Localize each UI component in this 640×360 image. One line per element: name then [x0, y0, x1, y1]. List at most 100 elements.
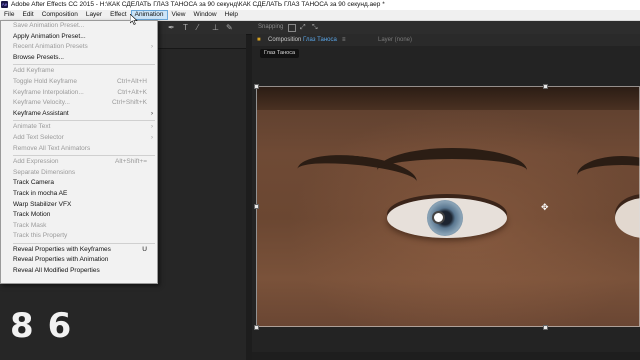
lock-icon[interactable]: ■ — [257, 37, 261, 43]
snap-options-icon[interactable]: ⤢ — [300, 23, 306, 32]
snap-features-icon[interactable]: ⤡ — [312, 23, 318, 32]
menu-item-shortcut: Ctrl+Alt+K — [117, 88, 147, 96]
animation-menu-dropdown: Save Animation Preset... Apply Animation … — [0, 20, 158, 284]
tab-layer[interactable]: Layer (none) — [378, 34, 412, 46]
menu-item-animate-text: Animate Text › — [1, 122, 157, 133]
menu-item-label: Track Camera — [13, 179, 54, 187]
menu-item-track-in-mocha-ae[interactable]: Track in mocha AE — [1, 189, 157, 200]
menu-layer[interactable]: Layer — [82, 10, 106, 20]
left-eye — [387, 198, 507, 238]
menu-item-label: Add Text Selector — [13, 133, 64, 141]
after-effects-icon: Ae — [1, 0, 8, 8]
menu-item-label: Track this Property — [13, 232, 68, 240]
menu-item-keyframe-interpolation: Keyframe Interpolation... Ctrl+Alt+K — [1, 88, 157, 99]
menu-item-label: Track Mask — [13, 221, 47, 229]
menu-item-label: Add Keyframe — [13, 67, 55, 75]
menu-item-label: Save Animation Preset... — [13, 22, 85, 29]
menu-item-label: Keyframe Assistant — [13, 109, 69, 117]
menu-item-browse-presets[interactable]: Browse Presets... — [1, 53, 157, 64]
clone-stamp-tool-icon[interactable]: ⊥ — [212, 23, 219, 32]
menu-item-label: Warp Stabilizer VFX — [13, 200, 72, 208]
menu-item-label: Reveal Properties with Keyframes — [13, 245, 111, 253]
menu-composition[interactable]: Composition — [38, 10, 82, 20]
menu-edit[interactable]: Edit — [18, 10, 37, 20]
forehead-shadow — [257, 86, 640, 110]
menu-item-label: Animate Text — [13, 123, 51, 131]
comp-breadcrumb-tab[interactable]: Глаз Таноса — [260, 49, 300, 58]
menu-item-shortcut: Ctrl+Shift+K — [111, 99, 147, 107]
roto-brush-tool-icon[interactable]: ✎ — [226, 23, 233, 32]
menu-item-label: Keyframe Velocity... — [13, 99, 70, 107]
menu-item-add-text-selector: Add Text Selector › — [1, 133, 157, 144]
composition-tab-prefix: Composition — [268, 37, 302, 43]
menu-item-label: Apply Animation Preset... — [13, 32, 86, 40]
layer-handle-ml[interactable] — [254, 204, 259, 209]
video-counter-overlay: 86 — [10, 306, 86, 346]
menu-item-label: Reveal Properties with Animation — [13, 256, 109, 264]
menu-item-track-camera[interactable]: Track Camera — [1, 178, 157, 189]
menu-item-keyframe-velocity: Keyframe Velocity... Ctrl+Shift+K — [1, 98, 157, 109]
menu-item-label: Remove All Text Animators — [13, 144, 91, 152]
menu-item-reveal-properties-with-keyframes[interactable]: Reveal Properties with Keyframes U — [1, 245, 157, 256]
menu-item-keyframe-assistant[interactable]: Keyframe Assistant › — [1, 109, 157, 120]
panel-menu-icon[interactable]: ≡ — [342, 34, 346, 46]
composition-panel-tabs: ■ Composition Глаз Таноса ≡ Layer (none) — [252, 34, 640, 46]
menu-item-label: Toggle Hold Keyframe — [13, 77, 77, 85]
menu-item-reveal-all-modified-properties[interactable]: Reveal All Modified Properties — [1, 266, 157, 277]
menu-window[interactable]: Window — [190, 10, 221, 20]
snapping-checkbox[interactable] — [288, 24, 296, 32]
menu-item-separate-dimensions: Separate Dimensions — [1, 168, 157, 179]
menu-item-track-motion[interactable]: Track Motion — [1, 210, 157, 221]
menu-item-label: Reveal All Modified Properties — [13, 267, 100, 275]
menu-item-reveal-properties-with-animation[interactable]: Reveal Properties with Animation — [1, 255, 157, 266]
menu-item-label: Track Motion — [13, 211, 51, 219]
menu-file[interactable]: File — [0, 10, 18, 20]
mouse-cursor-icon — [130, 14, 138, 25]
pen-tool-icon[interactable]: ✒ — [168, 23, 175, 32]
menu-item-label: Recent Animation Presets — [13, 43, 88, 51]
menu-item-label: Add Expression — [13, 158, 59, 166]
layer-handle-bc[interactable] — [543, 325, 548, 330]
snapping-label: Snapping — [258, 24, 284, 30]
menu-item-track-mask: Track Mask — [1, 221, 157, 232]
menu-item-label: Keyframe Interpolation... — [13, 88, 84, 96]
comp-viewer-image[interactable] — [257, 86, 640, 327]
menu-separator — [13, 120, 155, 122]
menu-item-warp-stabilizer-vfx[interactable]: Warp Stabilizer VFX — [1, 200, 157, 211]
menu-item-label: Track in mocha AE — [13, 189, 68, 197]
submenu-arrow-icon: › — [151, 134, 153, 141]
menu-item-toggle-hold-keyframe: Toggle Hold Keyframe Ctrl+Alt+H — [1, 77, 157, 88]
track-point-icon[interactable] — [432, 211, 445, 224]
menu-item-shortcut: Alt+Shift+= — [115, 158, 147, 166]
window-titlebar: Ae Adobe After Effects CC 2015 - H:\КАК С… — [0, 0, 640, 10]
submenu-arrow-icon: › — [151, 110, 153, 117]
composition-tab-name: Глаз Таноса — [303, 37, 337, 43]
menu-item-remove-all-text-animators: Remove All Text Animators — [1, 144, 157, 155]
menu-help[interactable]: Help — [221, 10, 242, 20]
menu-separator — [13, 64, 155, 66]
anchor-point-icon[interactable]: ✥ — [541, 203, 549, 212]
menu-effect[interactable]: Effect — [106, 10, 131, 20]
window-title: Adobe After Effects CC 2015 - H:\КАК СДЕ… — [11, 1, 385, 8]
submenu-arrow-icon: › — [151, 44, 153, 51]
menu-item-apply-animation-preset[interactable]: Apply Animation Preset... — [1, 32, 157, 43]
menu-separator — [13, 155, 155, 157]
composition-footer-bar — [252, 352, 640, 360]
layer-handle-tc[interactable] — [543, 84, 548, 89]
menu-item-shortcut: Ctrl+Alt+H — [117, 77, 147, 85]
menu-item-label: Separate Dimensions — [13, 168, 76, 176]
menu-item-add-keyframe: Add Keyframe — [1, 66, 157, 77]
menu-item-track-this-property: Track this Property — [1, 231, 157, 242]
text-tool-icon[interactable]: T — [183, 23, 188, 32]
brush-tool-icon[interactable]: ⁄ — [197, 23, 198, 32]
menu-view[interactable]: View — [168, 10, 190, 20]
menu-item-add-expression: Add Expression Alt+Shift+= — [1, 157, 157, 168]
submenu-arrow-icon: › — [151, 124, 153, 131]
layer-handle-bl[interactable] — [254, 325, 259, 330]
menu-item-label: Browse Presets... — [13, 53, 64, 61]
right-eyebrow — [377, 148, 527, 193]
layer-handle-tl[interactable] — [254, 84, 259, 89]
menu-item-recent-animation-presets: Recent Animation Presets › — [1, 42, 157, 53]
tab-composition[interactable]: Composition Глаз Таноса — [268, 34, 337, 46]
menu-separator — [13, 242, 155, 244]
